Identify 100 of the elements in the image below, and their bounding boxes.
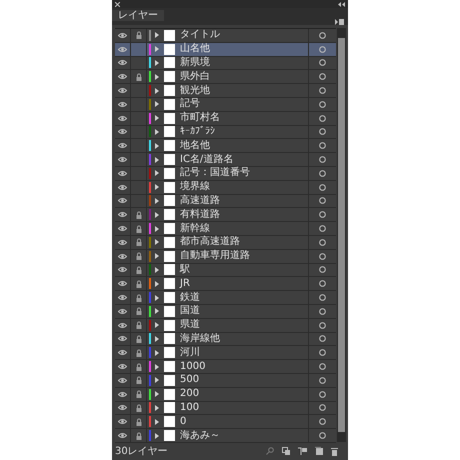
expand-arrow-icon[interactable] bbox=[155, 184, 159, 190]
layer-row[interactable]: 県外白 bbox=[115, 70, 336, 84]
eye-icon[interactable] bbox=[118, 73, 127, 80]
lock-icon[interactable] bbox=[136, 238, 142, 246]
eye-icon[interactable] bbox=[118, 128, 127, 136]
expand-arrow-icon[interactable] bbox=[155, 418, 159, 425]
lock-icon[interactable] bbox=[136, 390, 142, 398]
layer-row[interactable]: 海岸線他 bbox=[115, 332, 336, 346]
expand-arrow-icon[interactable] bbox=[155, 350, 159, 356]
layer-row[interactable]: 500 bbox=[115, 374, 336, 388]
layer-row[interactable]: 海あみ～ bbox=[115, 429, 336, 443]
eye-icon[interactable] bbox=[118, 114, 127, 122]
lock-icon[interactable] bbox=[136, 266, 142, 274]
eye-icon[interactable] bbox=[118, 363, 127, 370]
lock-icon[interactable] bbox=[136, 404, 142, 412]
expand-arrow-icon[interactable] bbox=[155, 308, 159, 314]
layer-row[interactable]: 国道 bbox=[115, 304, 336, 319]
layer-row[interactable]: ｷｰｶﾌﾞﾗｼ bbox=[115, 126, 336, 140]
expand-arrow-icon[interactable] bbox=[155, 364, 159, 370]
trash-icon[interactable] bbox=[331, 446, 338, 456]
layer-row[interactable]: 駅 bbox=[115, 264, 336, 278]
layer-row[interactable]: 鉄道 bbox=[115, 291, 336, 305]
eye-icon[interactable] bbox=[118, 211, 127, 218]
lock-icon[interactable] bbox=[136, 294, 142, 302]
eye-icon[interactable] bbox=[118, 308, 127, 315]
expand-arrow-icon[interactable] bbox=[155, 198, 159, 204]
expand-arrow-icon[interactable] bbox=[155, 74, 159, 80]
expand-arrow-icon[interactable] bbox=[155, 88, 159, 94]
eye-icon[interactable] bbox=[118, 252, 127, 260]
layer-row[interactable]: タイトル bbox=[115, 29, 336, 43]
eye-icon[interactable] bbox=[118, 87, 127, 94]
lock-icon[interactable] bbox=[136, 362, 142, 371]
layer-row[interactable]: 境界線 bbox=[115, 180, 336, 195]
lock-icon[interactable] bbox=[136, 418, 142, 426]
eye-icon[interactable] bbox=[118, 404, 127, 412]
expand-arrow-icon[interactable] bbox=[155, 226, 159, 232]
layer-row[interactable]: 100 bbox=[115, 402, 336, 416]
eye-icon[interactable] bbox=[118, 32, 127, 39]
layer-row[interactable]: 新幹線 bbox=[115, 222, 336, 236]
eye-icon[interactable] bbox=[118, 197, 127, 204]
eye-icon[interactable] bbox=[118, 349, 127, 356]
layers-tab[interactable]: レイヤー bbox=[112, 10, 164, 21]
expand-arrow-icon[interactable] bbox=[155, 170, 159, 176]
scrollbar[interactable] bbox=[337, 28, 346, 442]
expand-arrow-icon[interactable] bbox=[155, 253, 159, 260]
eye-icon[interactable] bbox=[118, 225, 127, 232]
layer-row[interactable]: IC名/道路名 bbox=[115, 153, 336, 167]
eye-icon[interactable] bbox=[118, 266, 127, 274]
eye-icon[interactable] bbox=[118, 390, 127, 398]
expand-arrow-icon[interactable] bbox=[155, 322, 159, 328]
expand-arrow-icon[interactable] bbox=[155, 377, 159, 384]
layer-row[interactable]: 県道 bbox=[115, 318, 336, 333]
eye-icon[interactable] bbox=[118, 432, 127, 439]
expand-arrow-icon[interactable] bbox=[155, 280, 159, 287]
layer-row[interactable]: 200 bbox=[115, 388, 336, 402]
layer-row[interactable]: 高速道路 bbox=[115, 194, 336, 208]
lock-icon[interactable] bbox=[136, 307, 142, 316]
lock-icon[interactable] bbox=[136, 224, 142, 233]
eye-icon[interactable] bbox=[118, 184, 127, 191]
lock-icon[interactable] bbox=[136, 210, 142, 219]
expand-arrow-icon[interactable] bbox=[155, 142, 159, 149]
lock-icon[interactable] bbox=[136, 72, 142, 81]
expand-arrow-icon[interactable] bbox=[155, 115, 159, 122]
lock-icon[interactable] bbox=[136, 348, 142, 357]
layer-row[interactable]: 有料道路 bbox=[115, 208, 336, 222]
lock-icon[interactable] bbox=[136, 321, 142, 330]
eye-icon[interactable] bbox=[118, 156, 127, 164]
eye-icon[interactable] bbox=[118, 335, 127, 342]
expand-arrow-icon[interactable] bbox=[155, 391, 159, 398]
expand-arrow-icon[interactable] bbox=[155, 60, 159, 66]
eye-icon[interactable] bbox=[118, 294, 127, 302]
lock-icon[interactable] bbox=[136, 280, 142, 288]
eye-icon[interactable] bbox=[118, 100, 127, 108]
lock-icon[interactable] bbox=[136, 31, 142, 40]
layer-row[interactable]: JR bbox=[115, 277, 336, 292]
expand-arrow-icon[interactable] bbox=[155, 432, 159, 438]
eye-icon[interactable] bbox=[118, 418, 127, 426]
layer-row[interactable]: 地名他 bbox=[115, 139, 336, 154]
expand-arrow-icon[interactable] bbox=[155, 101, 159, 108]
layer-row[interactable]: 河川 bbox=[115, 346, 336, 360]
lock-icon[interactable] bbox=[136, 334, 142, 343]
new-layer-icon[interactable] bbox=[315, 447, 323, 455]
layer-row[interactable]: 山名他 bbox=[115, 42, 336, 57]
eye-icon[interactable] bbox=[118, 142, 127, 150]
expand-arrow-icon[interactable] bbox=[155, 212, 159, 218]
eye-icon[interactable] bbox=[118, 280, 127, 288]
eye-icon[interactable] bbox=[118, 238, 127, 246]
expand-arrow-icon[interactable] bbox=[155, 239, 159, 246]
layer-row[interactable]: 自動車専用道路 bbox=[115, 250, 336, 264]
lock-icon[interactable] bbox=[136, 432, 142, 440]
eye-icon[interactable] bbox=[118, 170, 127, 177]
expand-arrow-icon[interactable] bbox=[155, 32, 159, 38]
layer-row[interactable]: 記号 bbox=[115, 98, 336, 112]
expand-arrow-icon[interactable] bbox=[155, 128, 159, 135]
new-sublayer-icon[interactable] bbox=[298, 447, 307, 455]
eye-icon[interactable] bbox=[118, 322, 127, 329]
eye-icon[interactable] bbox=[118, 46, 127, 53]
expand-arrow-icon[interactable] bbox=[155, 294, 159, 301]
layer-row[interactable]: 新県境 bbox=[115, 56, 336, 70]
eye-icon[interactable] bbox=[118, 59, 127, 66]
